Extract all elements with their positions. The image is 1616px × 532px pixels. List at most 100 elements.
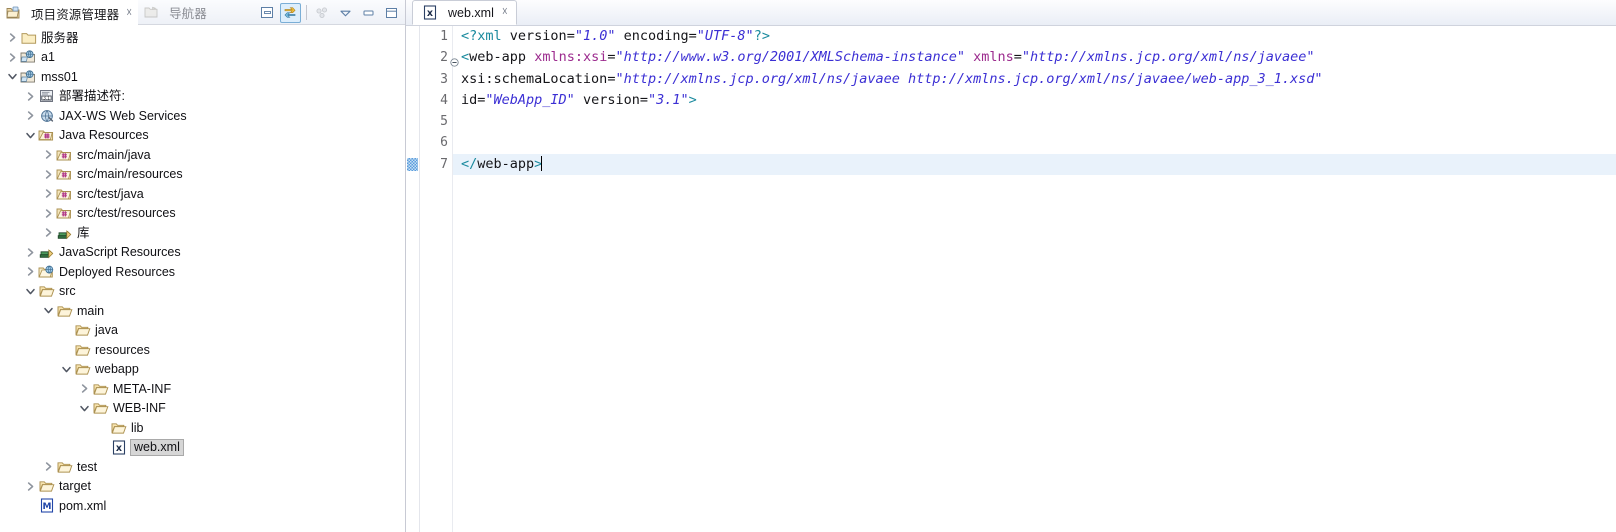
chevron-down-icon[interactable]	[40, 303, 56, 319]
java-resources-icon	[38, 127, 55, 143]
tree-item[interactable]: META-INF	[0, 379, 405, 399]
chevron-right-icon[interactable]	[22, 88, 38, 104]
chevron-right-icon[interactable]	[40, 225, 56, 241]
code-line[interactable]: xsi:schemaLocation="http://xmlns.jcp.org…	[461, 69, 1616, 90]
chevron-right-icon[interactable]	[22, 108, 38, 124]
code-token: encoding	[623, 28, 689, 44]
code-token: <	[461, 49, 470, 66]
tree-item-label: a1	[41, 50, 55, 65]
line-number: 7	[440, 156, 448, 172]
chevron-right-icon[interactable]	[4, 49, 20, 65]
tree-item[interactable]: 3.1 部署描述符:	[0, 87, 405, 107]
code-line[interactable]: <web-app xmlns:xsi = "http://www.w3.org/20…	[461, 47, 1616, 68]
code-line[interactable]	[461, 111, 1616, 132]
maximize-button[interactable]	[381, 3, 402, 23]
view-menu-button[interactable]	[312, 3, 333, 23]
tree-item[interactable]: 服务器	[0, 28, 405, 48]
tree-item-label: src/main/java	[77, 147, 151, 162]
tree-item[interactable]: a1	[0, 48, 405, 68]
code-token: "http://xmlns.jcp.org/xml/ns/javaee http…	[615, 70, 1323, 87]
tree-item[interactable]: JavaScript Resources	[0, 243, 405, 263]
code-token: "http://xmlns.jcp.org/xml/ns/javaee"	[1021, 49, 1315, 66]
annotation-ruler[interactable]	[406, 26, 420, 532]
tree-item[interactable]: mss01	[0, 67, 405, 87]
tree-item[interactable]: main	[0, 301, 405, 321]
chevron-down-icon[interactable]	[22, 283, 38, 299]
tree-item[interactable]: src/main/resources	[0, 165, 405, 185]
tree-item-label: lib	[131, 420, 144, 435]
tree-item-label: pom.xml	[59, 498, 107, 513]
chevron-right-icon[interactable]	[40, 186, 56, 202]
svg-text:3.1: 3.1	[43, 96, 50, 102]
tree-item[interactable]: Mpom.xml	[0, 496, 405, 516]
code-line-current[interactable]: </web-app>	[453, 153, 1616, 176]
link-with-editor-button[interactable]	[280, 2, 301, 23]
tree-item[interactable]: src/main/java	[0, 145, 405, 165]
chevron-right-icon[interactable]	[76, 381, 92, 397]
deployed-resources-icon	[38, 264, 55, 280]
chevron-right-icon[interactable]	[40, 459, 56, 475]
folder-open-icon	[56, 303, 73, 319]
tree-item[interactable]: test	[0, 457, 405, 477]
line-number: 4	[440, 92, 448, 108]
tree-item[interactable]: lib	[0, 418, 405, 438]
code-token: =	[1013, 49, 1022, 66]
xml-source-editor[interactable]: 1234567 <?xml version="1.0" encoding="UT…	[406, 26, 1616, 532]
collapse-all-button[interactable]	[257, 3, 278, 23]
tree-item[interactable]: WEB-INF	[0, 399, 405, 419]
code-line[interactable]	[461, 132, 1616, 153]
current-line-marker	[407, 157, 418, 171]
view-tab-project-explorer[interactable]: 项目资源管理器 ☓	[0, 0, 139, 25]
tree-item[interactable]: src/test/resources	[0, 204, 405, 224]
code-line[interactable]: id="WebApp_ID" version="3.1">	[461, 90, 1616, 111]
tree-item-label: 服务器	[41, 30, 79, 45]
folder-open-icon	[92, 400, 109, 416]
tree-item[interactable]: Java Resources	[0, 126, 405, 146]
tree-item[interactable]: java	[0, 321, 405, 341]
chevron-right-icon[interactable]	[40, 205, 56, 221]
chevron-right-icon[interactable]	[40, 166, 56, 182]
code-token: xsi:schemaLocation	[461, 70, 608, 87]
line-number: 6	[440, 135, 448, 151]
minimize-button[interactable]	[358, 3, 379, 23]
chevron-right-icon[interactable]	[4, 30, 20, 46]
jaxws-icon	[38, 108, 55, 124]
code-content[interactable]: <?xml version="1.0" encoding="UTF-8"?> <w…	[453, 26, 1616, 532]
chevron-down-icon[interactable]	[22, 127, 38, 143]
tree-item[interactable]: target	[0, 477, 405, 497]
chevron-down-icon[interactable]	[58, 361, 74, 377]
chevron-right-icon[interactable]	[22, 478, 38, 494]
view-tab-navigator[interactable]: 导航器	[138, 0, 213, 25]
chevron-down-icon[interactable]	[76, 400, 92, 416]
tree-item-label: mss01	[41, 69, 78, 84]
tree-item[interactable]: webapp	[0, 360, 405, 380]
tree-item[interactable]: Deployed Resources	[0, 262, 405, 282]
tree-item[interactable]: 库	[0, 223, 405, 243]
project-tree[interactable]: 服务器 a1 mss01 3.1 部署描述符: JAX-WS Web Services Ja…	[0, 25, 405, 532]
view-chevron-button[interactable]	[335, 3, 356, 23]
tree-item-label: Java Resources	[59, 128, 149, 143]
tree-item[interactable]: JAX-WS Web Services	[0, 106, 405, 126]
chevron-down-icon[interactable]	[4, 69, 20, 85]
line-number-ruler: 1 2 3 4 5 6 7	[420, 26, 459, 532]
tree-item-label: web.xml	[130, 438, 184, 456]
tree-item[interactable]: src	[0, 282, 405, 302]
tree-item-label: test	[77, 459, 98, 474]
code-line[interactable]: <?xml version="1.0" encoding="UTF-8"?>	[461, 26, 1616, 47]
code-token: "WebApp_ID"	[485, 91, 575, 108]
tree-item[interactable]: x web.xml	[0, 438, 405, 458]
folder-open-icon	[74, 361, 91, 377]
chevron-right-icon[interactable]	[22, 264, 38, 280]
close-icon[interactable]: ☓	[126, 7, 132, 19]
web-project-icon	[20, 69, 37, 85]
chevron-right-icon[interactable]	[40, 147, 56, 163]
editor-tab-web-xml[interactable]: x web.xml ☓	[412, 0, 517, 25]
close-icon[interactable]: ☓	[502, 7, 508, 18]
tree-item[interactable]: src/test/java	[0, 184, 405, 204]
chevron-right-icon[interactable]	[22, 244, 38, 260]
tree-item[interactable]: resources	[0, 340, 405, 360]
eclipse-workbench: 项目资源管理器 ☓ 导航器 服务器 a1 mss01 3.1 部署描述符: JA…	[0, 0, 1616, 532]
